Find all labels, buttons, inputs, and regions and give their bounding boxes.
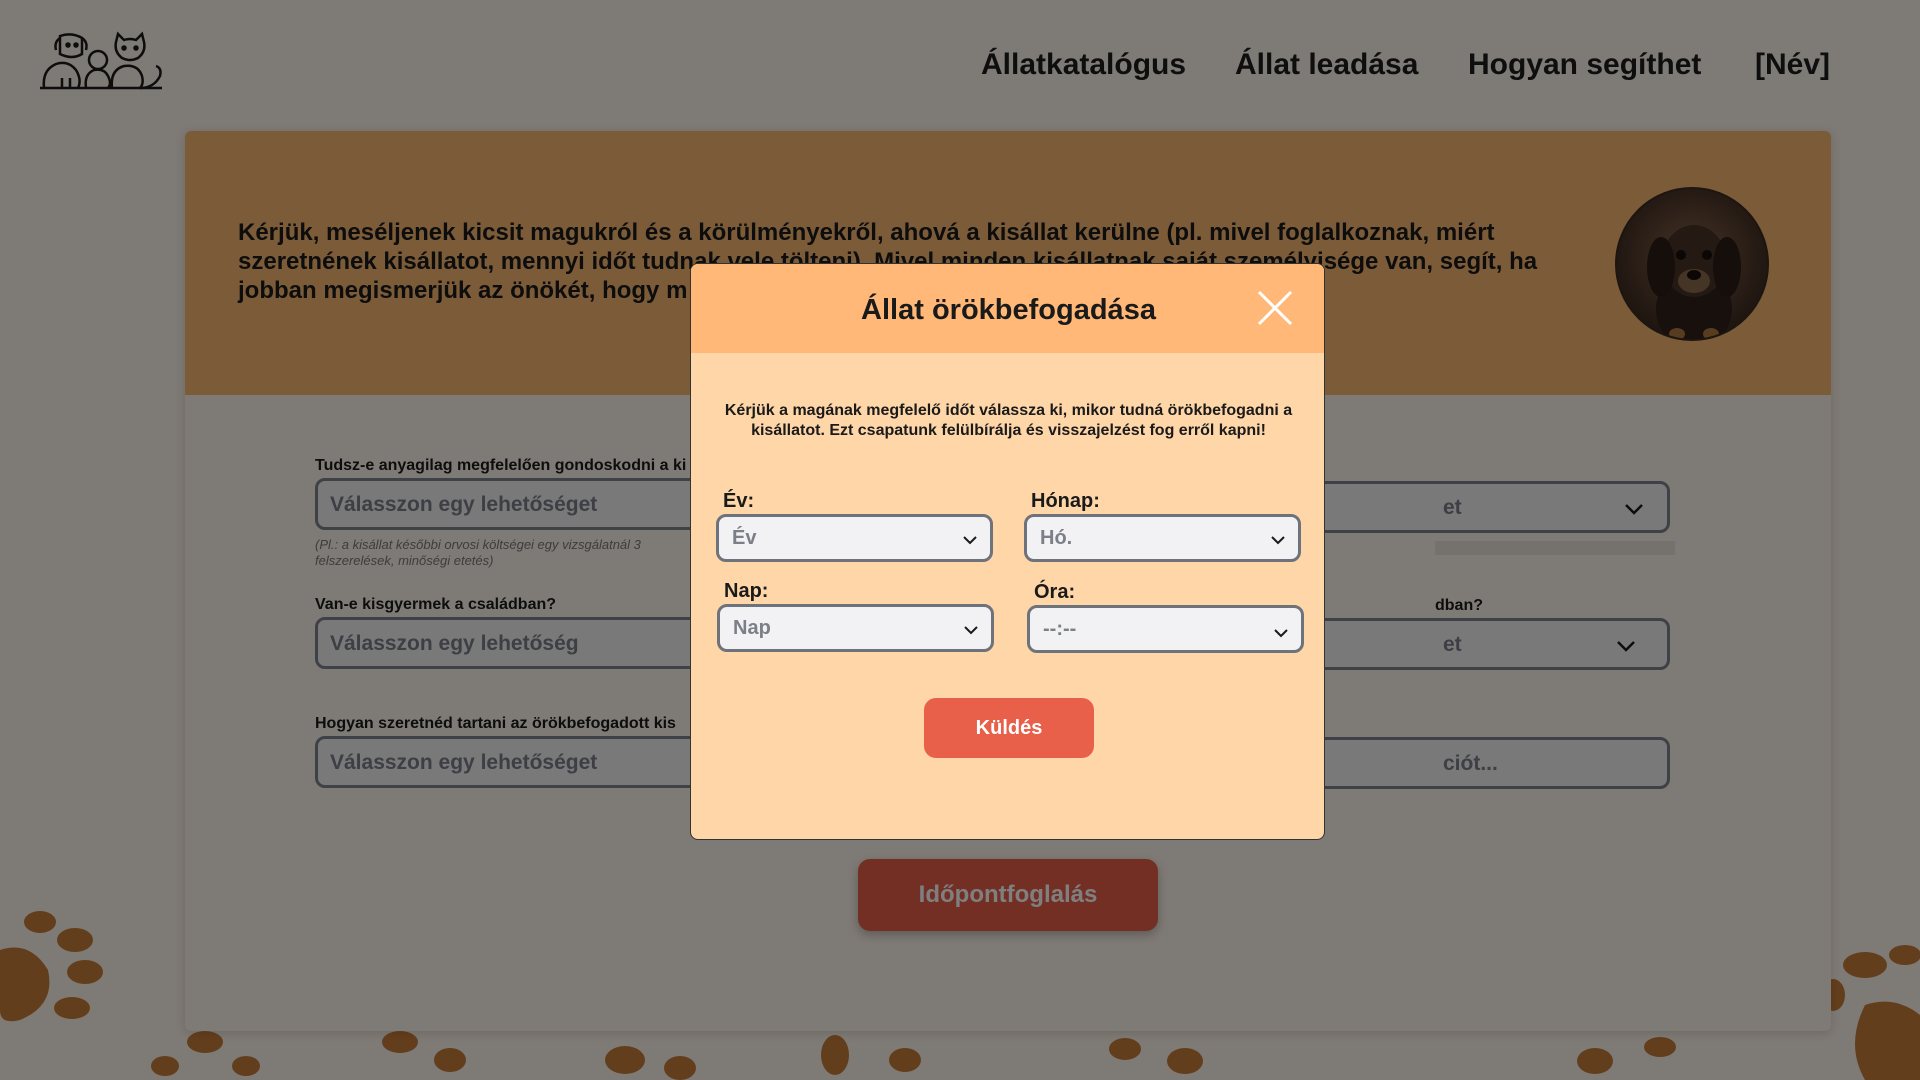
day-value: Nap — [733, 617, 771, 639]
modal-description: Kérjük a magának megfelelő időt válassza… — [724, 402, 1293, 439]
chevron-down-icon — [1271, 536, 1285, 545]
month-value: Hó. — [1040, 527, 1073, 549]
chevron-down-icon — [1274, 629, 1288, 638]
modal-title: Állat örökbefogadása — [861, 294, 1156, 326]
hour-select[interactable]: --:-- — [1027, 605, 1304, 653]
chevron-down-icon — [963, 536, 977, 545]
month-select[interactable]: Hó. — [1024, 514, 1301, 562]
chevron-down-icon — [964, 626, 978, 635]
day-select[interactable]: Nap — [717, 604, 994, 652]
year-value: Év — [732, 527, 757, 549]
day-label: Nap: — [724, 580, 769, 602]
send-button[interactable]: Küldés — [924, 698, 1094, 758]
month-label: Hónap: — [1031, 490, 1100, 512]
year-select[interactable]: Év — [716, 514, 993, 562]
year-label: Év: — [723, 490, 755, 512]
hour-value: --:-- — [1043, 618, 1077, 640]
hour-label: Óra: — [1034, 581, 1076, 603]
modal-header: Állat örökbefogadása — [691, 264, 1324, 353]
adoption-modal: Állat örökbefogadása Kérjük a magának me… — [690, 263, 1325, 840]
close-icon[interactable] — [1257, 290, 1293, 326]
